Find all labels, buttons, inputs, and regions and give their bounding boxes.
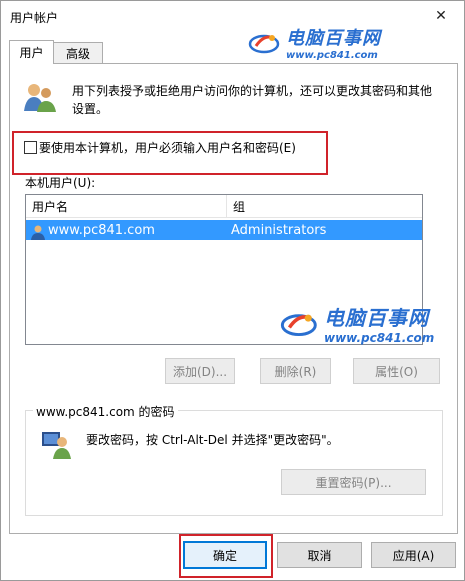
require-password-checkbox[interactable] — [24, 141, 37, 154]
password-group-title: www.pc841.com 的密码 — [33, 403, 178, 420]
watermark-logo-icon — [248, 34, 280, 53]
watermark-cn: 电脑百事网 — [324, 306, 429, 330]
local-users-label: 本机用户(U): — [25, 176, 96, 190]
users-icon — [24, 84, 56, 112]
cancel-button[interactable]: 取消 — [277, 542, 362, 568]
apply-button[interactable]: 应用(A) — [371, 542, 456, 568]
close-icon: ✕ — [435, 8, 447, 24]
info-text: 用下列表授予或拒绝用户访问你的计算机，还可以更改其密码和其他设置。 — [72, 84, 433, 116]
password-instructions: 要改密码，按 Ctrl-Alt-Del 并选择"更改密码"。 — [86, 433, 339, 447]
watermark-url: www.pc841.com — [286, 50, 378, 61]
user-row-icon — [31, 225, 45, 240]
password-group — [25, 410, 443, 516]
watermark-middle: 电脑百事网 www.pc841.com — [280, 302, 434, 345]
list-header: 用户名 组 — [26, 195, 422, 218]
column-header-group[interactable]: 组 — [226, 195, 422, 217]
row-group: Administrators — [231, 222, 327, 238]
tab-users[interactable]: 用户 — [9, 40, 54, 64]
properties-button[interactable]: 属性(O) — [353, 358, 440, 384]
require-password-label[interactable]: 要使用本计算机，用户必须输入用户名和密码(E) — [39, 139, 296, 156]
table-row[interactable]: www.pc841.com Administrators — [26, 220, 422, 240]
title-bar: 用户帐户 ✕ — [1, 1, 464, 31]
watermark-top: 电脑百事网 www.pc841.com — [248, 24, 381, 61]
watermark-url: www.pc841.com — [324, 331, 435, 345]
watermark-cn: 电脑百事网 — [286, 28, 381, 49]
window-title: 用户帐户 — [10, 11, 59, 25]
column-header-username[interactable]: 用户名 — [26, 195, 226, 217]
watermark-logo-icon — [280, 313, 317, 336]
ok-button[interactable]: 确定 — [183, 541, 267, 569]
tab-advanced[interactable]: 高级 — [53, 42, 103, 64]
delete-user-button[interactable]: 删除(R) — [260, 358, 331, 384]
close-button[interactable]: ✕ — [418, 1, 464, 31]
add-user-button[interactable]: 添加(D)... — [165, 358, 235, 384]
reset-password-button[interactable]: 重置密码(P)... — [281, 469, 426, 495]
user-password-icon — [42, 432, 71, 459]
row-username: www.pc841.com — [48, 222, 155, 238]
